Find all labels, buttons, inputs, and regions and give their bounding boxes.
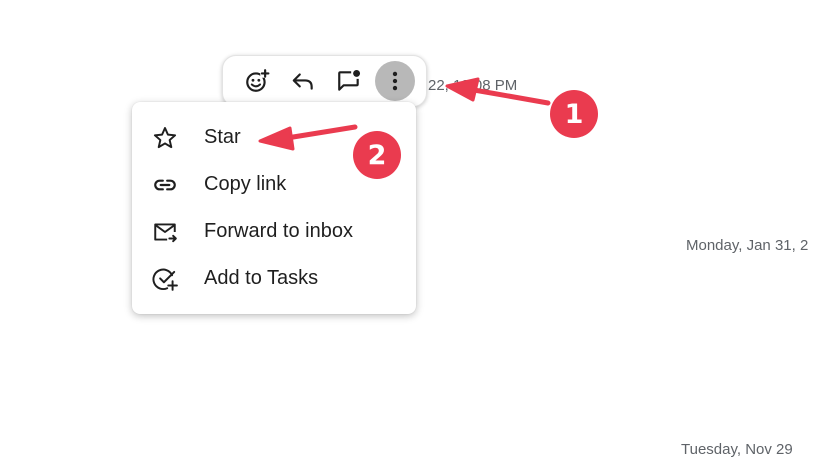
- menu-item-add-to-tasks[interactable]: Add to Tasks: [132, 255, 416, 302]
- message-action-bar: [222, 55, 427, 107]
- menu-item-forward-to-inbox[interactable]: Forward to inbox: [132, 208, 416, 255]
- more-options-button[interactable]: [375, 61, 415, 101]
- menu-item-label: Add to Tasks: [204, 267, 319, 289]
- date-separator: Monday, Jan 31, 2: [686, 237, 809, 254]
- annotation-step-2: 2: [353, 131, 401, 179]
- add-reaction-icon: [246, 69, 270, 92]
- date-separator: Tuesday, Nov 29: [681, 441, 793, 458]
- menu-item-label: Copy link: [204, 173, 287, 195]
- link-icon: [152, 172, 178, 198]
- star-icon: [152, 125, 178, 151]
- reply-in-thread-icon: [338, 69, 361, 91]
- add-task-icon: [152, 266, 178, 292]
- add-reaction-button[interactable]: [235, 59, 279, 103]
- reply-icon: [292, 73, 313, 90]
- more-vert-icon: [392, 71, 398, 91]
- menu-item-label: Star: [204, 126, 241, 148]
- forward-to-inbox-icon: [152, 219, 178, 245]
- annotation-step-1: 1: [550, 90, 598, 138]
- message-timestamp: 22, 12:08 PM: [428, 77, 518, 94]
- reply-in-thread-button[interactable]: [327, 59, 371, 103]
- reply-button[interactable]: [281, 59, 325, 103]
- menu-item-label: Forward to inbox: [204, 220, 353, 242]
